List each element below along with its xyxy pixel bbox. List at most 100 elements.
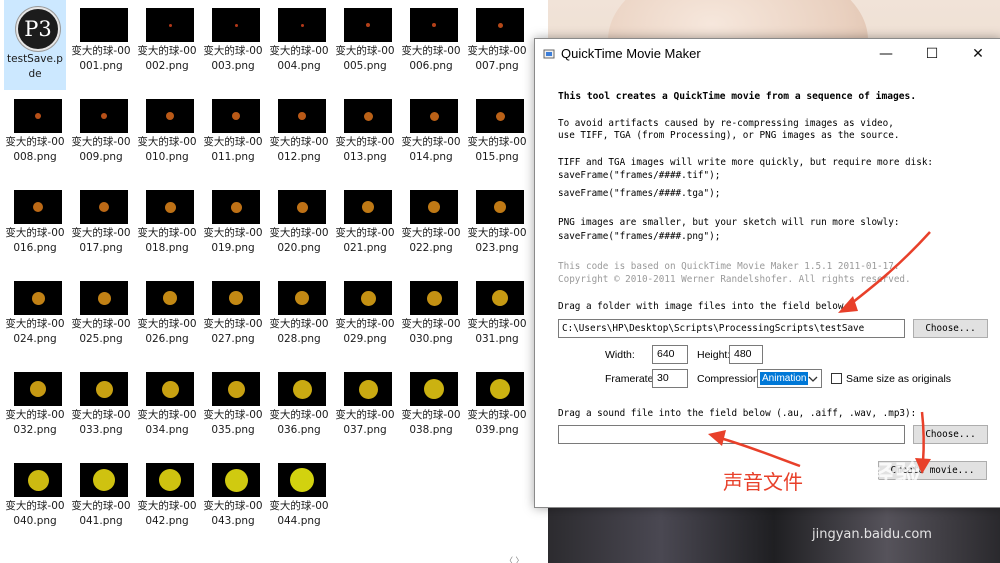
ball-shape: [161, 380, 179, 398]
file-item-frame[interactable]: 变大的球-00028.png: [268, 273, 330, 363]
file-item-frame[interactable]: 变大的球-00016.png: [4, 182, 66, 272]
file-name: 变大的球-00016.png: [5, 227, 65, 254]
file-item-frame[interactable]: 变大的球-00021.png: [334, 182, 396, 272]
file-item-frame[interactable]: 变大的球-00017.png: [70, 182, 132, 272]
file-name: 变大的球-00023.png: [467, 227, 527, 254]
height-field[interactable]: 480: [729, 345, 763, 364]
compression-select[interactable]: Animation: [757, 369, 822, 388]
file-item-frame[interactable]: 变大的球-00001.png: [70, 0, 132, 90]
file-item-frame[interactable]: 变大的球-00029.png: [334, 273, 396, 363]
close-icon: ✕: [972, 46, 984, 62]
frame-thumbnail: [344, 281, 392, 315]
title-bar[interactable]: QuickTime Movie Maker — ☐ ✕: [535, 39, 1000, 69]
file-item-frame[interactable]: 变大的球-00027.png: [202, 273, 264, 363]
file-item-frame[interactable]: 变大的球-00034.png: [136, 364, 198, 454]
file-item-frame[interactable]: 变大的球-00037.png: [334, 364, 396, 454]
file-item-frame[interactable]: 变大的球-00009.png: [70, 91, 132, 181]
compression-label: Compression:: [697, 373, 762, 385]
file-item-frame[interactable]: 变大的球-00026.png: [136, 273, 198, 363]
file-item-frame[interactable]: 变大的球-00019.png: [202, 182, 264, 272]
file-item-frame[interactable]: 变大的球-00022.png: [400, 182, 462, 272]
file-item-frame[interactable]: 变大的球-00018.png: [136, 182, 198, 272]
file-item-frame[interactable]: 变大的球-00011.png: [202, 91, 264, 181]
file-item-frame[interactable]: 变大的球-00032.png: [4, 364, 66, 454]
file-item-frame[interactable]: 变大的球-00015.png: [466, 91, 528, 181]
file-item-frame[interactable]: 变大的球-00039.png: [466, 364, 528, 454]
file-item-frame[interactable]: 变大的球-00004.png: [268, 0, 330, 90]
baidu-watermark: Bai 经验: [812, 460, 922, 489]
file-name: 变大的球-00004.png: [269, 45, 329, 72]
file-item-frame[interactable]: 变大的球-00043.png: [202, 455, 264, 545]
credit-line: This code is based on QuickTime Movie Ma…: [558, 261, 900, 272]
file-item-frame[interactable]: 变大的球-00025.png: [70, 273, 132, 363]
file-item-project[interactable]: P3 testSave.pde: [4, 0, 66, 90]
ball-shape: [366, 23, 370, 27]
file-item-frame[interactable]: 变大的球-00031.png: [466, 273, 528, 363]
sound-path-field[interactable]: [558, 425, 905, 444]
file-item-frame[interactable]: 变大的球-00002.png: [136, 0, 198, 90]
framerate-field[interactable]: 30: [652, 369, 688, 388]
choose-folder-button[interactable]: Choose...: [913, 319, 988, 338]
file-item-frame[interactable]: 变大的球-00040.png: [4, 455, 66, 545]
width-field[interactable]: 640: [652, 345, 688, 364]
file-item-frame[interactable]: 变大的球-00005.png: [334, 0, 396, 90]
ball-shape: [495, 111, 505, 121]
file-item-frame[interactable]: 变大的球-00036.png: [268, 364, 330, 454]
file-item-frame[interactable]: 变大的球-00010.png: [136, 91, 198, 181]
frame-thumbnail: [212, 8, 260, 42]
file-item-frame[interactable]: 变大的球-00008.png: [4, 91, 66, 181]
ball-shape: [360, 290, 376, 306]
ball-shape: [292, 379, 312, 399]
file-item-frame[interactable]: 变大的球-00044.png: [268, 455, 330, 545]
compression-value: Animation: [760, 372, 809, 385]
file-name: 变大的球-00008.png: [5, 136, 65, 163]
frame-thumbnail: [476, 8, 524, 42]
maximize-button[interactable]: ☐: [909, 39, 955, 69]
file-item-frame[interactable]: 变大的球-00030.png: [400, 273, 462, 363]
ball-shape: [168, 23, 172, 27]
file-name: 变大的球-00001.png: [71, 45, 131, 72]
file-item-frame[interactable]: 变大的球-00041.png: [70, 455, 132, 545]
frame-thumbnail: [278, 281, 326, 315]
file-name: 变大的球-00010.png: [137, 136, 197, 163]
frame-thumbnail: [14, 372, 62, 406]
file-name: 变大的球-00020.png: [269, 227, 329, 254]
file-item-frame[interactable]: 变大的球-00007.png: [466, 0, 528, 90]
file-item-frame[interactable]: 变大的球-00003.png: [202, 0, 264, 90]
ball-shape: [229, 291, 243, 305]
frame-thumbnail: [278, 99, 326, 133]
minimize-button[interactable]: —: [863, 39, 909, 69]
same-size-checkbox[interactable]: [831, 373, 842, 384]
file-name: 变大的球-00033.png: [71, 409, 131, 436]
file-item-frame[interactable]: 变大的球-00033.png: [70, 364, 132, 454]
close-button[interactable]: ✕: [955, 39, 1000, 69]
folder-path-field[interactable]: C:\Users\HP\Desktop\Scripts\ProcessingSc…: [558, 319, 905, 338]
file-name: 变大的球-00035.png: [203, 409, 263, 436]
file-item-frame[interactable]: 变大的球-00023.png: [466, 182, 528, 272]
file-item-frame[interactable]: 变大的球-00012.png: [268, 91, 330, 181]
file-item-frame[interactable]: 变大的球-00013.png: [334, 91, 396, 181]
same-size-label: Same size as originals: [846, 373, 952, 385]
frame-thumbnail: [80, 281, 128, 315]
file-item-frame[interactable]: 变大的球-00020.png: [268, 182, 330, 272]
ball-shape: [99, 202, 109, 212]
frame-thumbnail: [278, 372, 326, 406]
ball-shape: [362, 201, 374, 213]
choose-sound-button[interactable]: Choose...: [913, 425, 988, 444]
file-name: 变大的球-00026.png: [137, 318, 197, 345]
java-app-icon: [543, 49, 555, 59]
frame-thumbnail: [476, 372, 524, 406]
scrollbar-stub[interactable]: 〈 〉: [505, 555, 524, 563]
file-item-frame[interactable]: 变大的球-00035.png: [202, 364, 264, 454]
file-item-frame[interactable]: 变大的球-00006.png: [400, 0, 462, 90]
file-item-frame[interactable]: 变大的球-00014.png: [400, 91, 462, 181]
ball-shape: [227, 380, 245, 398]
frame-thumbnail: [146, 463, 194, 497]
frame-thumbnail: [476, 99, 524, 133]
frame-thumbnail: [146, 190, 194, 224]
dialog-content: This tool creates a QuickTime movie from…: [535, 69, 1000, 507]
file-item-frame[interactable]: 变大的球-00042.png: [136, 455, 198, 545]
file-item-frame[interactable]: 变大的球-00038.png: [400, 364, 462, 454]
ball-shape: [424, 379, 444, 399]
file-item-frame[interactable]: 变大的球-00024.png: [4, 273, 66, 363]
